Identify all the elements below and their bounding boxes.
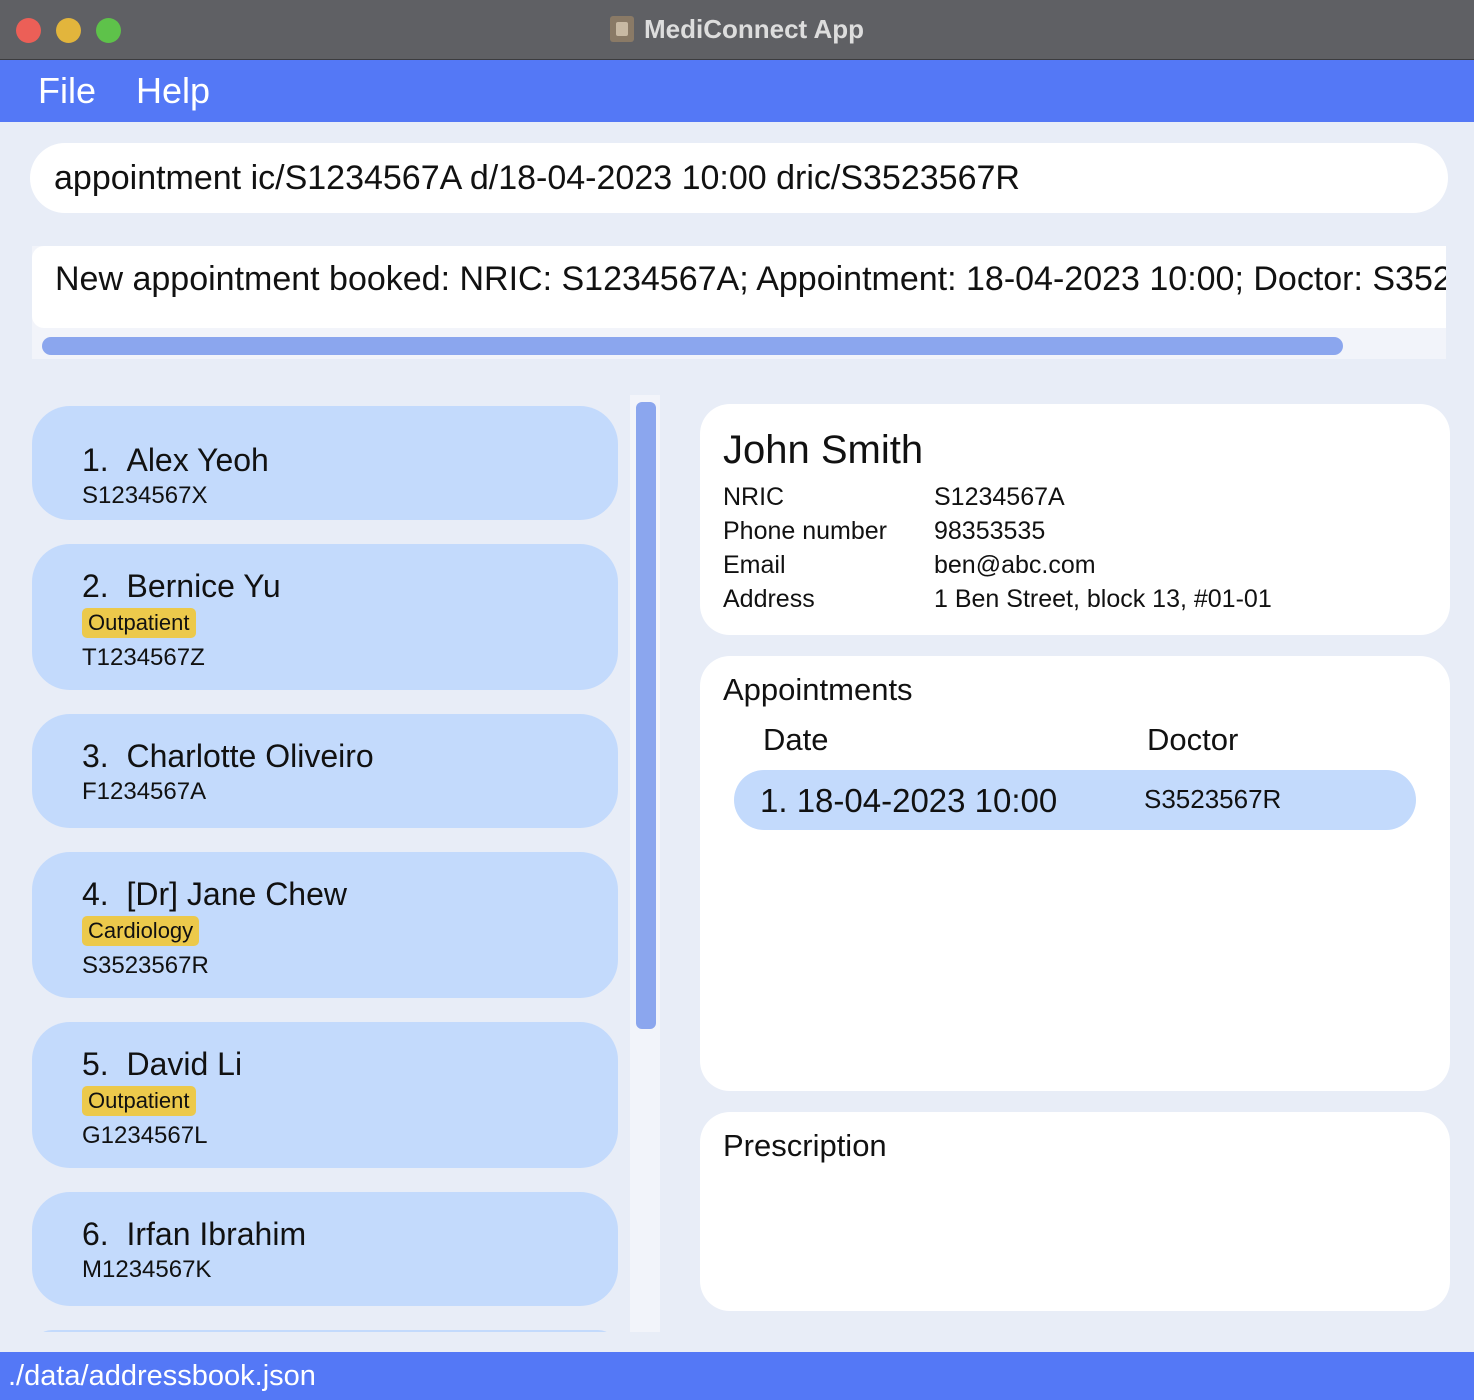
prescription-title: Prescription	[723, 1128, 887, 1163]
menu-bar: File Help	[0, 60, 1474, 122]
person-tag: Cardiology	[82, 916, 200, 946]
command-input[interactable]: appointment ic/S1234567A d/18-04-2023 10…	[30, 143, 1448, 213]
window-title: MediConnect App	[643, 13, 865, 44]
person-id: G1234567L	[82, 1122, 208, 1149]
appointment-doctor: S3523567R	[1144, 784, 1282, 814]
result-text-area[interactable]: New appointment booked: NRIC: S1234567A;…	[32, 246, 1446, 328]
person-id: M1234567K	[82, 1256, 212, 1283]
appointments-date-header: Date	[763, 722, 829, 757]
detail-value: S1234567A	[934, 483, 1065, 511]
detail-value: 98353535	[934, 517, 1046, 545]
patient-details-panel: John Smith NRIC S1234567A Phone number 9…	[700, 404, 1450, 635]
patient-name: John Smith	[723, 428, 924, 472]
person-name: 5. David Li	[82, 1046, 243, 1082]
command-input-text: appointment ic/S1234567A d/18-04-2023 10…	[54, 158, 1020, 197]
detail-row-nric: NRIC S1234567A	[723, 480, 1450, 514]
detail-row-phone: Phone number 98353535	[723, 514, 1450, 548]
menu-help[interactable]: Help	[132, 70, 214, 112]
person-name: 4. [Dr] Jane Chew	[82, 876, 347, 912]
prescription-panel: Prescription	[700, 1112, 1450, 1311]
detail-label: Phone number	[723, 517, 888, 545]
person-tag: Outpatient	[82, 1086, 196, 1116]
data-file-path: ./data/addressbook.json	[8, 1359, 316, 1392]
person-card-partial[interactable]	[32, 1330, 618, 1332]
result-display: New appointment booked: NRIC: S1234567A;…	[32, 246, 1446, 359]
detail-row-address: Address 1 Ben Street, block 13, #01-01	[723, 582, 1450, 616]
status-bar: ./data/addressbook.json	[0, 1352, 1474, 1400]
person-id: S1234567X	[82, 482, 208, 509]
detail-value: ben@abc.com	[934, 551, 1096, 579]
person-list-scrollbar[interactable]	[636, 402, 656, 1029]
appointments-doctor-header: Doctor	[1147, 722, 1239, 757]
appointment-date: 1. 18-04-2023 10:00	[760, 782, 1058, 819]
person-name: 6. Irfan Ibrahim	[82, 1216, 307, 1252]
person-card[interactable]: 6. Irfan Ibrahim M1234567K	[32, 1192, 618, 1306]
appointments-title: Appointments	[723, 672, 913, 707]
detail-label: Address	[723, 585, 815, 613]
title-bar: MediConnect App	[0, 0, 1474, 60]
person-id: T1234567Z	[82, 644, 205, 671]
person-id: F1234567A	[82, 778, 207, 805]
person-card[interactable]: 5. David Li Outpatient G1234567L	[32, 1022, 618, 1168]
person-card[interactable]: 4. [Dr] Jane Chew Cardiology S3523567R	[32, 852, 618, 998]
person-card[interactable]: 2. Bernice Yu Outpatient T1234567Z	[32, 544, 618, 690]
person-card[interactable]: 1. Alex Yeoh S1234567X	[32, 406, 618, 520]
detail-value: 1 Ben Street, block 13, #01-01	[934, 585, 1272, 613]
person-card[interactable]: 3. Charlotte Oliveiro F1234567A	[32, 714, 618, 828]
person-name: 3. Charlotte Oliveiro	[82, 738, 374, 774]
appointment-row[interactable]: 1. 18-04-2023 10:00 S3523567R	[734, 770, 1416, 830]
detail-label: NRIC	[723, 483, 785, 511]
person-tag: Outpatient	[82, 608, 196, 638]
detail-row-email: Email ben@abc.com	[723, 548, 1450, 582]
menu-file[interactable]: File	[34, 70, 100, 112]
person-name: 2. Bernice Yu	[82, 568, 281, 604]
person-id: S3523567R	[82, 952, 209, 979]
person-name: 1. Alex Yeoh	[82, 442, 269, 478]
app-icon	[609, 16, 634, 42]
person-list: 1. Alex Yeoh S1234567X 2. Bernice Yu Out…	[0, 395, 660, 1332]
detail-label: Email	[723, 551, 786, 579]
result-horizontal-scrollbar[interactable]	[42, 337, 1343, 355]
result-text: New appointment booked: NRIC: S1234567A;…	[55, 260, 1446, 298]
